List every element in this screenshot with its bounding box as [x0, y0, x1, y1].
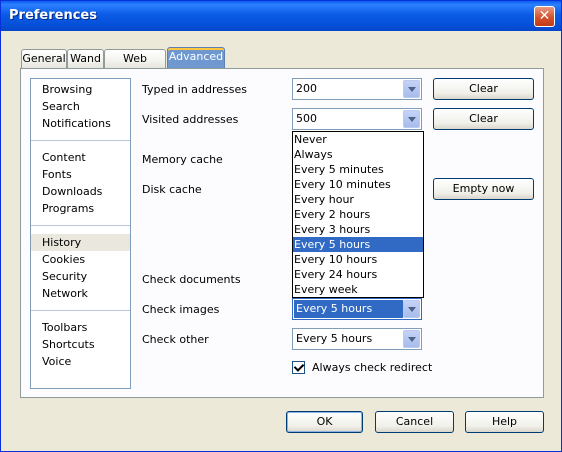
sidebar-divider: [31, 225, 130, 226]
check-other-select[interactable]: Every 5 hours: [292, 328, 422, 350]
typed-addresses-value: 200: [296, 82, 317, 95]
advanced-panel: Browsing Search Notifications Content Fo…: [20, 68, 544, 398]
check-images-select[interactable]: Every 5 hours: [292, 298, 422, 320]
sidebar-divider: [31, 140, 130, 141]
always-check-redirect-label[interactable]: Always check redirect: [312, 361, 432, 374]
clear-visited-button[interactable]: Clear: [433, 108, 534, 130]
visited-addresses-label: Visited addresses: [142, 113, 239, 126]
clear-typed-button[interactable]: Clear: [433, 78, 534, 100]
category-list: Browsing Search Notifications Content Fo…: [30, 78, 131, 389]
tab-advanced[interactable]: Advanced: [167, 47, 225, 69]
close-button[interactable]: ✕: [534, 6, 555, 27]
typed-addresses-label: Typed in addresses: [142, 83, 247, 96]
sidebar-item-network[interactable]: Network: [31, 285, 130, 302]
sidebar-item-cookies[interactable]: Cookies: [31, 251, 130, 268]
dropdown-option[interactable]: Never: [293, 132, 423, 147]
disk-cache-label: Disk cache: [142, 183, 202, 196]
typed-addresses-select[interactable]: 200: [292, 78, 422, 100]
dropdown-option[interactable]: Every 10 hours: [293, 252, 423, 267]
check-other-value: Every 5 hours: [296, 332, 373, 345]
check-other-label: Check other: [142, 333, 209, 346]
dropdown-option[interactable]: Every 2 hours: [293, 207, 423, 222]
always-check-redirect-checkbox[interactable]: [292, 361, 305, 374]
dropdown-option-selected[interactable]: Every 5 hours: [293, 237, 423, 252]
window-title: Preferences: [9, 8, 97, 23]
check-documents-label: Check documents: [142, 273, 241, 286]
dropdown-option[interactable]: Every week: [293, 282, 423, 297]
sidebar-item-browsing[interactable]: Browsing: [31, 81, 130, 98]
help-button[interactable]: Help: [465, 411, 544, 433]
sidebar-item-fonts[interactable]: Fonts: [31, 166, 130, 183]
sidebar-item-notifications[interactable]: Notifications: [31, 115, 130, 132]
chevron-down-icon[interactable]: [403, 80, 420, 98]
sidebar-item-shortcuts[interactable]: Shortcuts: [31, 336, 130, 353]
title-bar[interactable]: Preferences ✕: [1, 1, 561, 31]
check-frequency-dropdown-list[interactable]: Never Always Every 5 minutes Every 10 mi…: [292, 131, 424, 298]
sidebar-item-security[interactable]: Security: [31, 268, 130, 285]
visited-addresses-value: 500: [296, 112, 317, 125]
empty-now-button[interactable]: Empty now: [433, 178, 534, 200]
tab-general[interactable]: General: [21, 49, 67, 68]
sidebar-item-programs[interactable]: Programs: [31, 200, 130, 217]
check-images-label: Check images: [142, 303, 220, 316]
chevron-down-icon[interactable]: [403, 110, 420, 128]
sidebar-item-downloads[interactable]: Downloads: [31, 183, 130, 200]
tab-web-pages[interactable]: Web pages: [104, 49, 166, 83]
tab-wand[interactable]: Wand: [67, 49, 104, 68]
sidebar-item-content[interactable]: Content: [31, 149, 130, 166]
check-images-value: Every 5 hours: [294, 300, 403, 318]
sidebar-divider: [31, 310, 130, 311]
dropdown-option[interactable]: Every 3 hours: [293, 222, 423, 237]
sidebar-item-toolbars[interactable]: Toolbars: [31, 319, 130, 336]
visited-addresses-select[interactable]: 500: [292, 108, 422, 130]
sidebar-item-history[interactable]: History: [31, 234, 130, 251]
dropdown-option[interactable]: Every hour: [293, 192, 423, 207]
chevron-down-icon[interactable]: [403, 300, 420, 318]
dropdown-option[interactable]: Every 24 hours: [293, 267, 423, 282]
sidebar-item-voice[interactable]: Voice: [31, 353, 130, 370]
dropdown-option[interactable]: Always: [293, 147, 423, 162]
memory-cache-label: Memory cache: [142, 153, 223, 166]
cancel-button[interactable]: Cancel: [375, 411, 454, 433]
preferences-window: Preferences ✕ General Wand Web pages Adv…: [0, 0, 562, 452]
sidebar-item-search[interactable]: Search: [31, 98, 130, 115]
ok-button[interactable]: OK: [286, 411, 363, 433]
chevron-down-icon[interactable]: [403, 330, 420, 348]
dropdown-option[interactable]: Every 5 minutes: [293, 162, 423, 177]
dropdown-option[interactable]: Every 10 minutes: [293, 177, 423, 192]
close-icon: ✕: [538, 8, 551, 24]
